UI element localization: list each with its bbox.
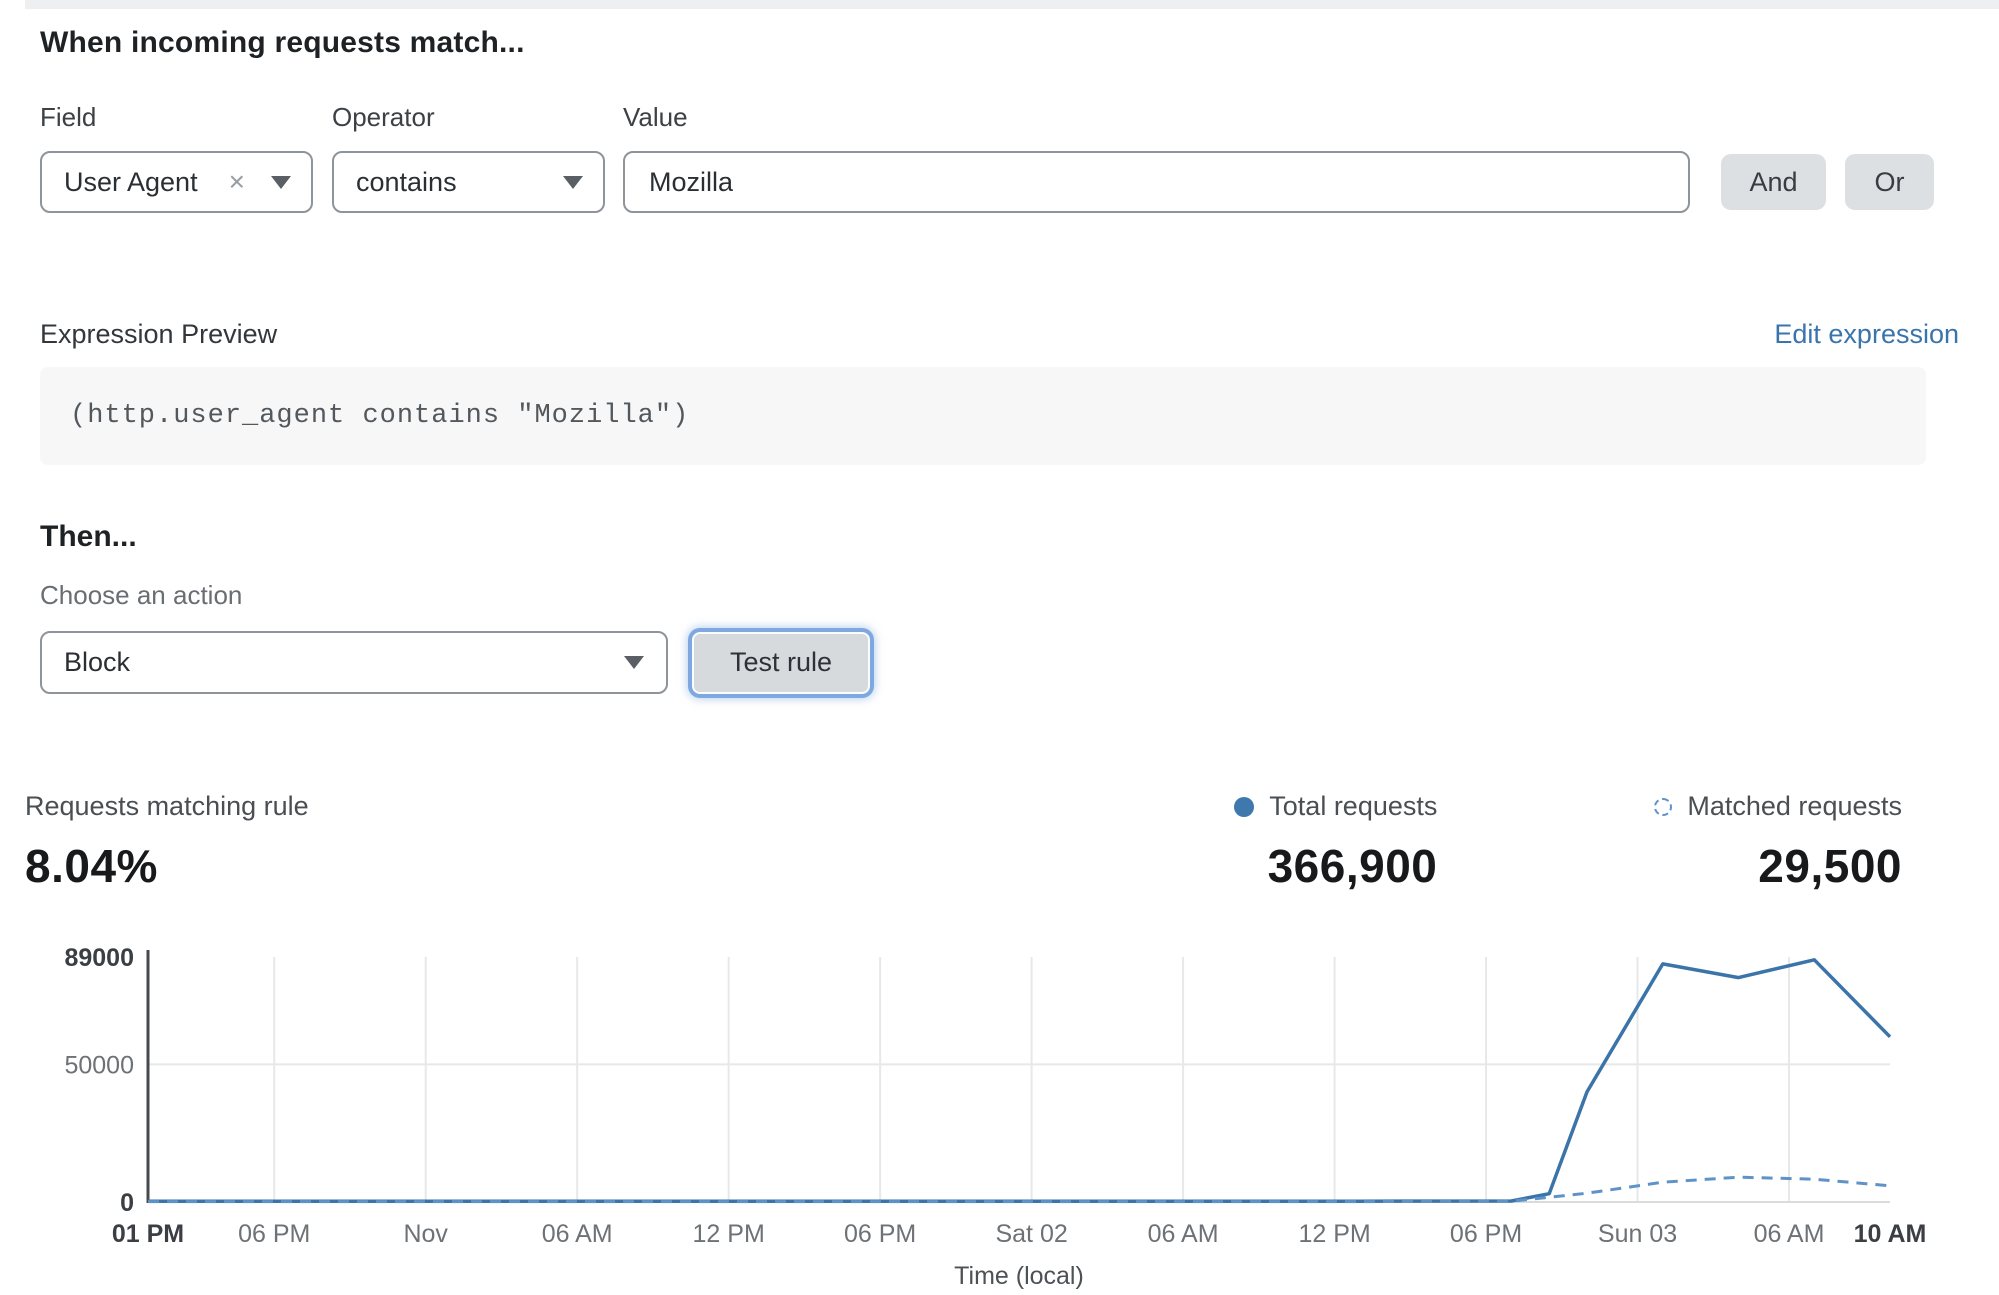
svg-text:Time (local): Time (local): [954, 1262, 1084, 1290]
or-button[interactable]: Or: [1845, 154, 1934, 210]
svg-text:06 AM: 06 AM: [542, 1220, 613, 1248]
matched-requests-label: Matched requests: [1687, 791, 1902, 822]
matching-rule-label: Requests matching rule: [25, 791, 1234, 822]
total-requests-value: 366,900: [1234, 839, 1437, 893]
svg-text:10 AM: 10 AM: [1854, 1220, 1927, 1248]
requests-time-series-svg: 0 50000 89000 01 PM 06 PM Nov 06 AM 12 PM 06 PM S…: [0, 945, 1999, 1295]
rule-builder: When incoming requests match... Field Op…: [0, 26, 1999, 694]
then-section-title: Then...: [40, 520, 1959, 554]
total-requests-stat: Total requests 366,900: [1234, 791, 1437, 893]
test-rule-button[interactable]: Test rule: [692, 632, 870, 694]
expression-preview-label: Expression Preview: [40, 319, 277, 350]
form-labels-row: Field Operator Value: [40, 102, 1959, 133]
svg-text:06 PM: 06 PM: [1450, 1220, 1522, 1248]
operator-label: Operator: [332, 102, 623, 133]
field-select-value: User Agent: [64, 167, 229, 198]
operator-select-value: contains: [356, 167, 563, 198]
matching-rule-value: 8.04%: [25, 839, 1234, 893]
chevron-down-icon: [624, 656, 644, 669]
page-top-edge: [25, 0, 1999, 9]
svg-text:12 PM: 12 PM: [1298, 1220, 1370, 1248]
value-input[interactable]: [623, 151, 1690, 213]
edit-expression-link[interactable]: Edit expression: [1774, 319, 1959, 350]
form-controls-row: User Agent × contains And Or: [40, 151, 1959, 213]
svg-text:06 PM: 06 PM: [238, 1220, 310, 1248]
action-select[interactable]: Block: [40, 631, 668, 694]
matched-requests-value: 29,500: [1654, 839, 1902, 893]
svg-text:12 PM: 12 PM: [693, 1220, 765, 1248]
svg-text:Sun 03: Sun 03: [1598, 1220, 1677, 1248]
svg-text:06 PM: 06 PM: [844, 1220, 916, 1248]
expression-code: (http.user_agent contains "Mozilla"): [70, 401, 689, 431]
svg-text:Nov: Nov: [403, 1220, 448, 1248]
svg-text:Sat 02: Sat 02: [995, 1220, 1067, 1248]
svg-text:06 AM: 06 AM: [1754, 1220, 1825, 1248]
stats-row: Requests matching rule 8.04% Total reque…: [0, 791, 1999, 893]
expression-header: Expression Preview Edit expression: [40, 319, 1959, 350]
field-label: Field: [40, 102, 332, 133]
svg-text:0: 0: [120, 1189, 134, 1217]
value-label: Value: [623, 102, 1959, 133]
action-row: Block Test rule: [40, 631, 1959, 694]
expression-code-block: (http.user_agent contains "Mozilla"): [40, 367, 1926, 465]
and-button[interactable]: And: [1721, 154, 1826, 210]
solid-dot-icon: [1234, 797, 1254, 817]
matched-requests-legend: Matched requests: [1654, 791, 1902, 822]
matching-rule-stat: Requests matching rule 8.04%: [25, 791, 1234, 893]
matched-requests-stat: Matched requests 29,500: [1654, 791, 1902, 893]
svg-text:50000: 50000: [64, 1051, 134, 1079]
clear-field-icon[interactable]: ×: [229, 168, 245, 196]
operator-select[interactable]: contains: [332, 151, 605, 213]
choose-action-label: Choose an action: [40, 580, 1959, 611]
svg-text:06 AM: 06 AM: [1148, 1220, 1219, 1248]
match-section-title: When incoming requests match...: [40, 26, 1959, 60]
total-requests-label: Total requests: [1269, 791, 1437, 822]
action-select-value: Block: [64, 647, 624, 678]
requests-chart: 0 50000 89000 01 PM 06 PM Nov 06 AM 12 PM 06 PM S…: [0, 945, 1999, 1295]
field-select[interactable]: User Agent ×: [40, 151, 313, 213]
svg-text:89000: 89000: [64, 945, 134, 972]
dashed-circle-icon: [1654, 798, 1672, 816]
svg-text:01 PM: 01 PM: [112, 1220, 184, 1248]
chevron-down-icon: [271, 176, 291, 189]
chevron-down-icon: [563, 176, 583, 189]
total-requests-legend: Total requests: [1234, 791, 1437, 822]
